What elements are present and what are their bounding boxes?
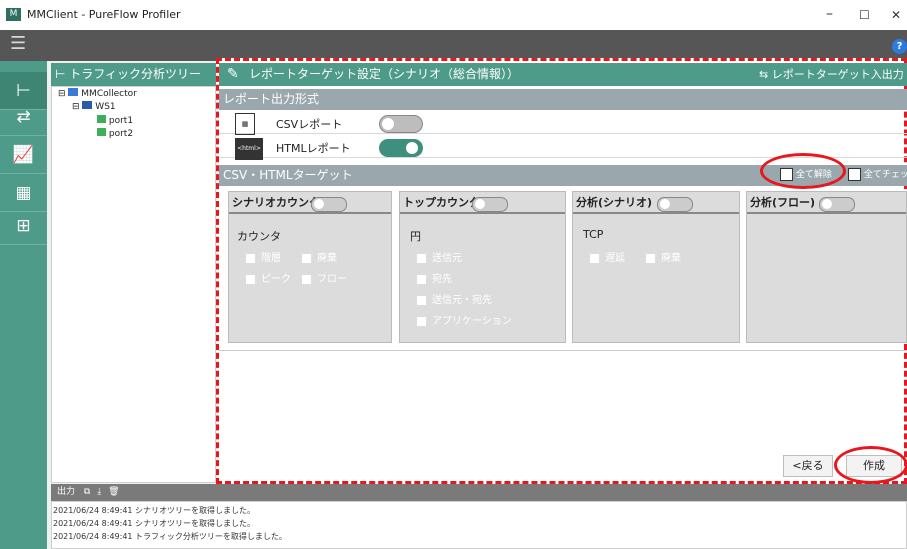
checkbox-destination[interactable]: 宛先 [416, 270, 452, 285]
html-toggle[interactable] [379, 139, 423, 157]
menu-strip [0, 30, 907, 61]
tree-item-port1[interactable]: port1 [97, 115, 133, 126]
io-icon: ⇆ [759, 68, 772, 81]
checkbox-hierarchy[interactable]: 階層 [245, 249, 281, 264]
checkbox-source[interactable]: 送信元 [416, 249, 462, 264]
csv-row: ▦ CSVレポート [219, 113, 907, 135]
window-title: MMClient - PureFlow Profiler [27, 8, 181, 21]
nav-grid-icon[interactable]: ⊞ [0, 207, 47, 245]
collapse-icon[interactable]: ⊟ [72, 102, 80, 112]
log-line: 2021/06/24 8:49:41 シナリオツリーを取得しました。 [53, 519, 256, 528]
html-file-icon: <html> [235, 138, 263, 160]
tree-header: ⊢ トラフィック分析ツリー [51, 63, 216, 86]
tree-item-label: WS1 [95, 102, 116, 112]
log-line: 2021/06/24 8:49:41 シナリオツリーを取得しました。 [53, 506, 256, 515]
nav-traffic-icon[interactable]: ⇄ [0, 98, 47, 136]
html-label: HTMLレポート [276, 142, 351, 155]
scenario-counter-toggle[interactable] [311, 197, 347, 212]
report-target-io-button[interactable]: ⇆ レポートターゲット入出力 [759, 63, 904, 86]
csv-label: CSVレポート [276, 118, 343, 131]
back-button[interactable]: <戻る [783, 455, 833, 477]
maximize-button[interactable]: ☐ [859, 8, 870, 22]
collector-icon [68, 88, 79, 96]
top-counter-toggle[interactable] [472, 197, 508, 212]
help-icon[interactable]: ? [892, 39, 907, 54]
delete-icon[interactable]: 🗑 [108, 487, 119, 497]
checkbox-peak[interactable]: ピーク [245, 270, 291, 285]
hamburger-menu-icon[interactable]: ☰ [10, 34, 30, 54]
check-all-button[interactable]: 全てチェック [848, 167, 907, 181]
tree-item-label: MMCollector [81, 89, 137, 99]
box-title: シナリオカウンタ [232, 196, 320, 209]
scenario-counter-box: シナリオカウンタ カウンタ 階層 廃棄 ピーク フロー [228, 191, 392, 343]
minimize-button[interactable]: – [826, 6, 833, 22]
scenario-analysis-box: 分析(シナリオ) TCP 遅延 廃棄 [572, 191, 740, 343]
io-label: レポートターゲット入出力 [771, 68, 904, 81]
highlight-clear-all [760, 153, 846, 189]
checkbox-analysis-discard[interactable]: 廃棄 [645, 249, 681, 264]
checkbox-discard[interactable]: 廃棄 [301, 249, 337, 264]
log-line: 2021/06/24 8:49:41 トラフィック分析ツリーを取得しました。 [53, 532, 287, 541]
port-icon [97, 128, 106, 136]
target-section-label: CSV・HTMLターゲット [223, 168, 353, 182]
top-counter-box: トップカウンタ 円 送信元 宛先 送信元・宛先 アプリケーション [399, 191, 566, 343]
tree-item-label: port1 [108, 116, 134, 126]
format-section-header: レポート出力形式 [219, 89, 907, 110]
box-subtitle: 円 [410, 230, 421, 243]
tree-header-label: トラフィック分析ツリー [69, 67, 202, 81]
checkbox-flow[interactable]: フロー [301, 270, 347, 285]
checkbox-delay[interactable]: 遅延 [589, 249, 625, 264]
tree-item-label: port2 [108, 129, 134, 139]
output-header: 出力 ⧉ ⤓ 🗑 [51, 484, 907, 501]
tree-icon: ⊢ [55, 67, 70, 81]
tree-item-port2[interactable]: port2 [97, 128, 133, 139]
csv-toggle[interactable] [379, 115, 423, 133]
nav-graph-icon[interactable]: 📈 [0, 136, 47, 174]
close-button[interactable]: ✕ [891, 8, 901, 22]
device-icon [82, 101, 93, 109]
collapse-icon[interactable]: ⊟ [58, 89, 66, 99]
box-header: シナリオカウンタ [229, 192, 391, 214]
highlight-create [834, 446, 907, 484]
box-subtitle: TCP [583, 228, 604, 241]
tree-item-ws1[interactable]: ⊟ WS1 [72, 101, 116, 112]
page-title: レポートターゲット設定（シナリオ（総合情報）） [249, 67, 520, 81]
port-icon [97, 115, 106, 123]
output-title: 出力 [57, 487, 76, 497]
box-header: 分析(シナリオ) [573, 192, 739, 214]
box-subtitle: カウンタ [237, 230, 281, 243]
check-all-icon [848, 168, 861, 181]
main-header: ✎ レポートターゲット設定（シナリオ（総合情報）） ⇆ レポートターゲット入出力 [219, 63, 907, 86]
app-logo-icon: M [6, 8, 21, 21]
tree-item-mmcollector[interactable]: ⊟ MMCollector [58, 88, 137, 99]
box-title: 分析(フロー) [750, 196, 816, 209]
download-icon[interactable]: ⤓ [97, 487, 101, 497]
copy-icon[interactable]: ⧉ [84, 487, 90, 497]
pencil-icon: ✎ [227, 66, 239, 82]
box-title: 分析(シナリオ) [576, 196, 653, 209]
flow-analysis-box: 分析(フロー) [746, 191, 907, 343]
divider [219, 350, 907, 351]
flow-analysis-toggle[interactable] [819, 197, 855, 212]
checkbox-source-destination[interactable]: 送信元・宛先 [416, 291, 492, 306]
tree-panel [51, 86, 216, 483]
checkbox-application[interactable]: アプリケーション [416, 312, 512, 327]
box-title: トップカウンタ [403, 196, 480, 209]
scenario-analysis-toggle[interactable] [657, 197, 693, 212]
csv-file-icon: ▦ [235, 113, 255, 135]
check-all-label: 全てチェック [863, 170, 907, 180]
